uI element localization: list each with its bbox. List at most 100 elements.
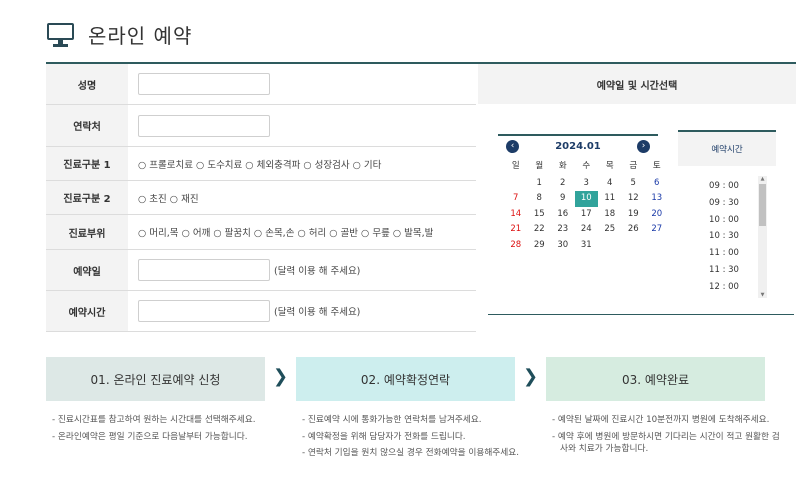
prev-month-button[interactable]: ‹ (506, 140, 519, 153)
calendar-day[interactable]: 30 (551, 238, 575, 253)
contact-label: 연락처 (46, 105, 128, 146)
step-note: - 온라인예약은 평일 기준으로 다음날부터 가능합니다. (52, 431, 248, 442)
time-label: 예약시간 (46, 291, 128, 331)
step-note: - 진료예약 시에 통화가능한 연락처를 남겨주세요. (302, 415, 482, 425)
part-option[interactable]: ○ 손목,손 (254, 225, 295, 239)
part-option[interactable]: ○ 발목,발 (393, 225, 434, 239)
time-slot[interactable]: 10 : 30 (678, 228, 770, 245)
calendar-day[interactable]: 3 (575, 176, 599, 191)
time-input[interactable] (138, 300, 270, 322)
calendar-day[interactable]: 16 (551, 207, 575, 222)
calendar-day[interactable]: 12 (622, 191, 646, 206)
part-row: 진료부위 ○ 머리,목 ○ 어깨 ○ 팔꿈치 ○ 손목,손 ○ 허리 ○ 골반 ○ 무릎 ○ … (46, 215, 476, 250)
calendar-day[interactable]: 14 (504, 207, 528, 222)
date-label: 예약일 (46, 250, 128, 290)
calendar-day[interactable]: 17 (575, 207, 599, 222)
type2-option[interactable]: ○ 재진 (170, 191, 199, 205)
name-row: 성명 (46, 64, 476, 105)
chevron-right-icon: ❯ (523, 366, 539, 387)
calendar-day[interactable]: 13 (645, 191, 669, 206)
contact-input[interactable] (138, 114, 270, 137)
name-input[interactable] (138, 73, 270, 95)
calendar-day[interactable]: 1 (528, 176, 552, 191)
calendar-day[interactable]: 7 (504, 191, 528, 206)
time-slot[interactable]: 09 : 00 (678, 178, 770, 195)
time-scrollbar[interactable]: ▲ ▼ (758, 176, 767, 298)
calendar-day[interactable]: 19 (622, 207, 646, 222)
step-note: - 연락처 기입을 원치 않으실 경우 전화예약을 이용해주세요. (302, 448, 520, 459)
calendar-day[interactable]: 18 (598, 207, 622, 222)
type1-option[interactable]: ○ 체외충격파 (245, 157, 300, 171)
calendar-day[interactable]: 25 (598, 222, 622, 237)
calendar-day[interactable]: 20 (645, 207, 669, 222)
time-slot[interactable]: 10 : 00 (678, 212, 770, 229)
scroll-down-icon[interactable]: ▼ (759, 292, 766, 298)
part-option[interactable]: ○ 골반 (329, 225, 358, 239)
process-steps: 01. 온라인 진료예약 신청 ❯ 02. 예약확정연락 ❯ 03. 예약완료 (46, 357, 766, 401)
calendar-day[interactable]: 23 (551, 222, 575, 237)
step-2: 02. 예약확정연락 (296, 357, 515, 401)
calendar-day[interactable]: 26 (622, 222, 646, 237)
step-2-notes: - 진료예약 시에 통화가능한 연락처를 남겨주세요. - 예약확정을 위해 담당… (302, 414, 530, 464)
part-option[interactable]: ○ 허리 (297, 225, 326, 239)
type1-radio-group: ○ 프롤로치료 ○ 도수치료 ○ 체외충격파 ○ 성장검사 ○ 기타 (128, 147, 476, 180)
type1-option[interactable]: ○ 도수치료 (196, 157, 242, 171)
time-selector: 예약시간 09 : 00 09 : 30 10 : 00 10 : 30 11 : 00… (678, 130, 776, 302)
calendar-day[interactable]: 5 (622, 176, 646, 191)
weekday-header: 토 (652, 161, 661, 171)
step-1-notes: - 진료시간표를 참고하여 원하는 시간대를 선택해주세요. - 온라인예약은 평… (52, 414, 280, 447)
weekday-header: 화 (558, 161, 567, 171)
type1-option[interactable]: ○ 프롤로치료 (138, 157, 193, 171)
time-slot[interactable]: 09 : 30 (678, 195, 770, 212)
weekday-header: 월 (535, 161, 544, 171)
calendar-day[interactable]: 21 (504, 222, 528, 237)
step-note: - 예약된 날짜에 진료시간 10분전까지 병원에 도착해주세요. (552, 415, 770, 425)
type2-row: 진료구분 2 ○ 초진 ○ 재진 (46, 181, 476, 215)
step-note: - 예약 후에 병원에 방문하시면 기다리는 시간이 적고 원활한 검사와 치료… (552, 431, 780, 455)
calendar-day[interactable]: 29 (528, 238, 552, 253)
step-note: - 예약확정을 위해 담당자가 전화를 드립니다. (302, 431, 466, 442)
part-option[interactable]: ○ 무릎 (361, 225, 390, 239)
date-row: 예약일 (달력 이용 해 주세요) (46, 250, 476, 291)
type1-label: 진료구분 1 (46, 147, 128, 180)
calendar-nav: ‹ 2024.01 › (498, 134, 658, 156)
weekday-header: 일 (511, 161, 520, 171)
calendar-day[interactable]: 27 (645, 222, 669, 237)
calendar-panel-title: 예약일 및 시간선택 (478, 64, 796, 104)
scroll-thumb[interactable] (759, 184, 766, 226)
next-month-button[interactable]: › (637, 140, 650, 153)
calendar-day-today[interactable]: 10 (574, 191, 598, 207)
scroll-up-icon[interactable]: ▲ (759, 176, 766, 182)
calendar-day[interactable]: 6 (645, 176, 669, 191)
step-3-notes: - 예약된 날짜에 진료시간 10분전까지 병원에 도착해주세요. - 예약 후에… (552, 414, 780, 460)
calendar-day[interactable]: 28 (504, 238, 528, 253)
calendar-day[interactable]: 31 (575, 238, 599, 253)
calendar-day[interactable]: 24 (575, 222, 599, 237)
chevron-right-icon: ❯ (273, 366, 289, 387)
type2-label: 진료구분 2 (46, 181, 128, 214)
part-option[interactable]: ○ 머리,목 (138, 225, 179, 239)
step-note: - 진료시간표를 참고하여 원하는 시간대를 선택해주세요. (52, 415, 256, 425)
calendar-day[interactable]: 15 (528, 207, 552, 222)
name-label: 성명 (46, 64, 128, 104)
calendar-day[interactable]: 8 (528, 191, 552, 206)
calendar-day[interactable]: 9 (551, 191, 575, 206)
type1-option[interactable]: ○ 성장검사 (303, 157, 349, 171)
calendar-day[interactable]: 4 (598, 176, 622, 191)
monitor-icon (46, 21, 76, 47)
part-option[interactable]: ○ 팔꿈치 (213, 225, 251, 239)
type2-option[interactable]: ○ 초진 (138, 191, 167, 205)
calendar-day[interactable]: 11 (598, 191, 622, 206)
type1-option[interactable]: ○ 기타 (353, 157, 382, 171)
time-slot[interactable]: 12 : 00 (678, 279, 770, 296)
time-selector-title: 예약시간 (678, 130, 776, 166)
part-option[interactable]: ○ 어깨 (182, 225, 211, 239)
date-input[interactable] (138, 259, 270, 281)
calendar: ‹ 2024.01 › 일 월 화 수 목 금 토 1 2 3 4 5 6 7 8 9 10 11 12 13 14 15… (498, 134, 662, 253)
page-title: 온라인 예약 (88, 23, 193, 48)
time-list: 09 : 00 09 : 30 10 : 00 10 : 30 11 : 00 11 : … (678, 178, 770, 298)
time-slot[interactable]: 11 : 30 (678, 262, 770, 279)
calendar-day[interactable]: 22 (528, 222, 552, 237)
time-slot[interactable]: 11 : 00 (678, 245, 770, 262)
calendar-day[interactable]: 2 (551, 176, 575, 191)
